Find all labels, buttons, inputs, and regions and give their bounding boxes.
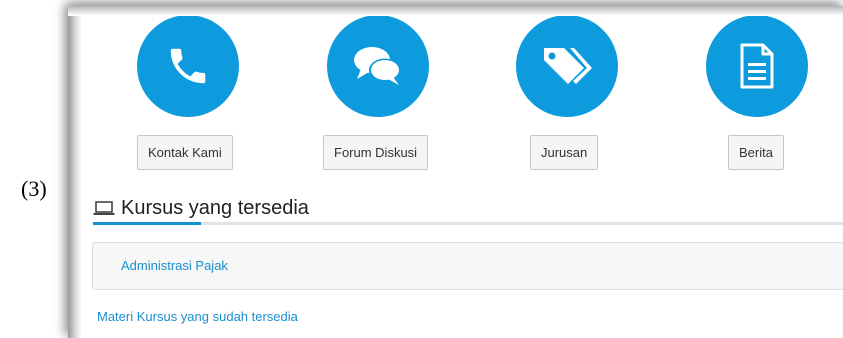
news-circle-button[interactable]: [706, 15, 808, 117]
chat-bubbles-icon: [354, 47, 401, 85]
section-title: Kursus yang tersedia: [121, 196, 309, 219]
course-materials-link[interactable]: Materi Kursus yang sudah tersedia: [97, 309, 298, 324]
section-divider-accent: [93, 222, 201, 225]
course-link[interactable]: Administrasi Pajak: [121, 258, 228, 273]
course-item: Administrasi Pajak: [92, 242, 843, 290]
contact-us-button[interactable]: Kontak Kami: [137, 135, 233, 170]
laptop-icon: [93, 201, 115, 215]
section-header: Kursus yang tersedia: [93, 193, 309, 223]
figure-label: (3): [21, 176, 47, 201]
forum-circle-button[interactable]: [327, 15, 429, 117]
tags-icon: [544, 48, 592, 84]
departments-button[interactable]: Jurusan: [530, 135, 599, 170]
screenshot-frame: Kontak Kami Forum Diskusi Jurusan Berita: [68, 6, 843, 338]
tags-circle-button[interactable]: [516, 15, 618, 117]
phone-icon: [170, 48, 206, 84]
section-divider: [93, 222, 843, 225]
news-button[interactable]: Berita: [728, 135, 784, 170]
document-icon: [740, 43, 774, 89]
discussion-forum-button[interactable]: Forum Diskusi: [323, 135, 429, 170]
phone-circle-button[interactable]: [137, 15, 239, 117]
